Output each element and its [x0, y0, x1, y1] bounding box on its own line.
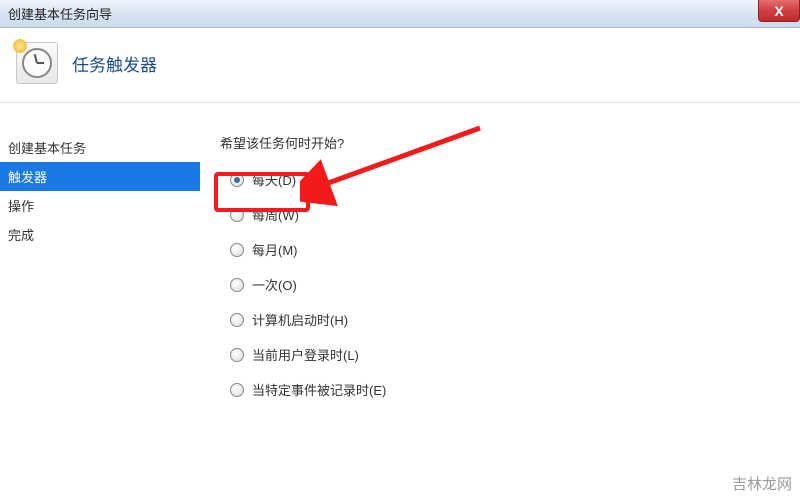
radio-label: 每月(M) — [252, 240, 298, 259]
radio-startup[interactable]: 计算机启动时(H) — [220, 310, 800, 329]
page-title: 任务触发器 — [72, 51, 157, 76]
radio-button-icon — [230, 383, 244, 397]
radio-button-icon — [230, 278, 244, 292]
radio-event[interactable]: 当特定事件被记录时(E) — [220, 380, 800, 399]
question-label: 希望该任务何时开始? — [220, 133, 800, 152]
sidebar-item-finish[interactable]: 完成 — [0, 220, 200, 249]
radio-weekly[interactable]: 每周(W) — [220, 205, 800, 224]
radio-button-icon — [230, 208, 244, 222]
sidebar-item-action[interactable]: 操作 — [0, 191, 200, 220]
radio-logon[interactable]: 当前用户登录时(L) — [220, 345, 800, 364]
close-button[interactable]: X — [758, 0, 800, 22]
main-panel: 希望该任务何时开始? 每天(D) 每周(W) 每月(M) 一次(O) 计算机启动… — [200, 103, 800, 415]
radio-monthly[interactable]: 每月(M) — [220, 240, 800, 259]
radio-label: 每周(W) — [252, 205, 299, 224]
wizard-header: 任务触发器 — [0, 28, 800, 103]
sidebar-item-create[interactable]: 创建基本任务 — [0, 133, 200, 162]
radio-label: 每天(D) — [252, 170, 296, 189]
radio-button-icon — [230, 313, 244, 327]
titlebar: 创建基本任务向导 X — [0, 0, 800, 28]
radio-label: 一次(O) — [252, 275, 297, 294]
radio-label: 当前用户登录时(L) — [252, 345, 359, 364]
watermark: 吉林龙网 — [732, 473, 792, 494]
content-area: 创建基本任务 触发器 操作 完成 希望该任务何时开始? 每天(D) 每周(W) … — [0, 103, 800, 415]
radio-button-icon — [230, 243, 244, 257]
clock-icon — [16, 42, 58, 84]
sidebar-item-trigger[interactable]: 触发器 — [0, 162, 200, 191]
radio-label: 计算机启动时(H) — [252, 310, 348, 329]
sidebar: 创建基本任务 触发器 操作 完成 — [0, 103, 200, 415]
radio-button-icon — [230, 348, 244, 362]
window-title: 创建基本任务向导 — [8, 4, 112, 23]
radio-label: 当特定事件被记录时(E) — [252, 380, 386, 399]
radio-once[interactable]: 一次(O) — [220, 275, 800, 294]
close-icon: X — [774, 3, 783, 19]
radio-button-icon — [230, 173, 244, 187]
radio-daily[interactable]: 每天(D) — [220, 170, 800, 189]
